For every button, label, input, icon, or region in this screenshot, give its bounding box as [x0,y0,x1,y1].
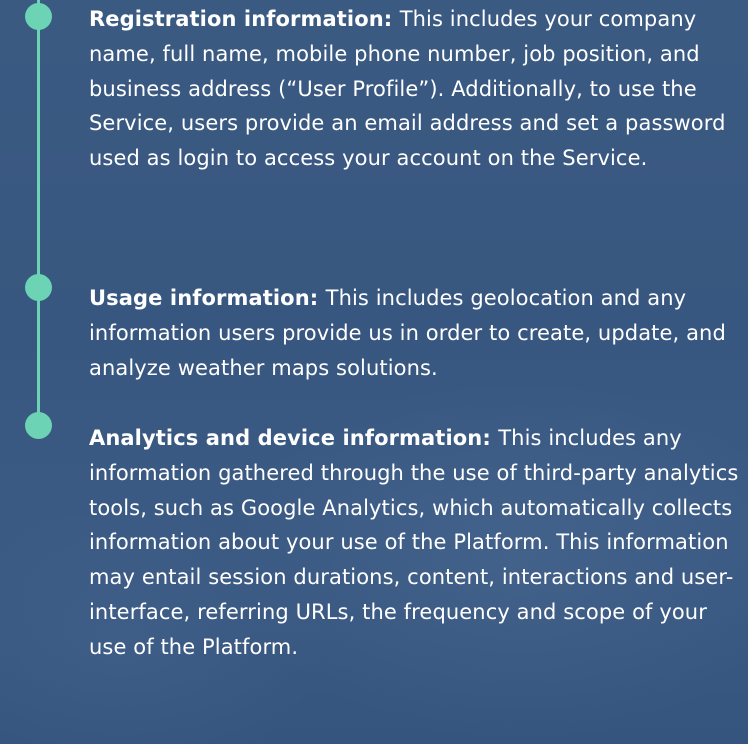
list-item-analytics: Analytics and device information: This i… [89,421,739,665]
list-item-usage: Usage information: This includes geoloca… [89,281,739,385]
list-item-registration: Registration information: This includes … [89,2,739,176]
timeline-line [37,0,40,430]
item-title: Registration information: [89,7,400,31]
item-title: Usage information: [89,286,326,310]
timeline-dot-analytics [25,412,52,439]
timeline-dot-registration [25,3,52,30]
item-title: Analytics and device information: [89,426,499,450]
item-text: This includes any information gathered t… [89,426,739,659]
item-text: This includes your company name, full na… [89,7,726,171]
timeline-dot-usage [25,274,52,301]
